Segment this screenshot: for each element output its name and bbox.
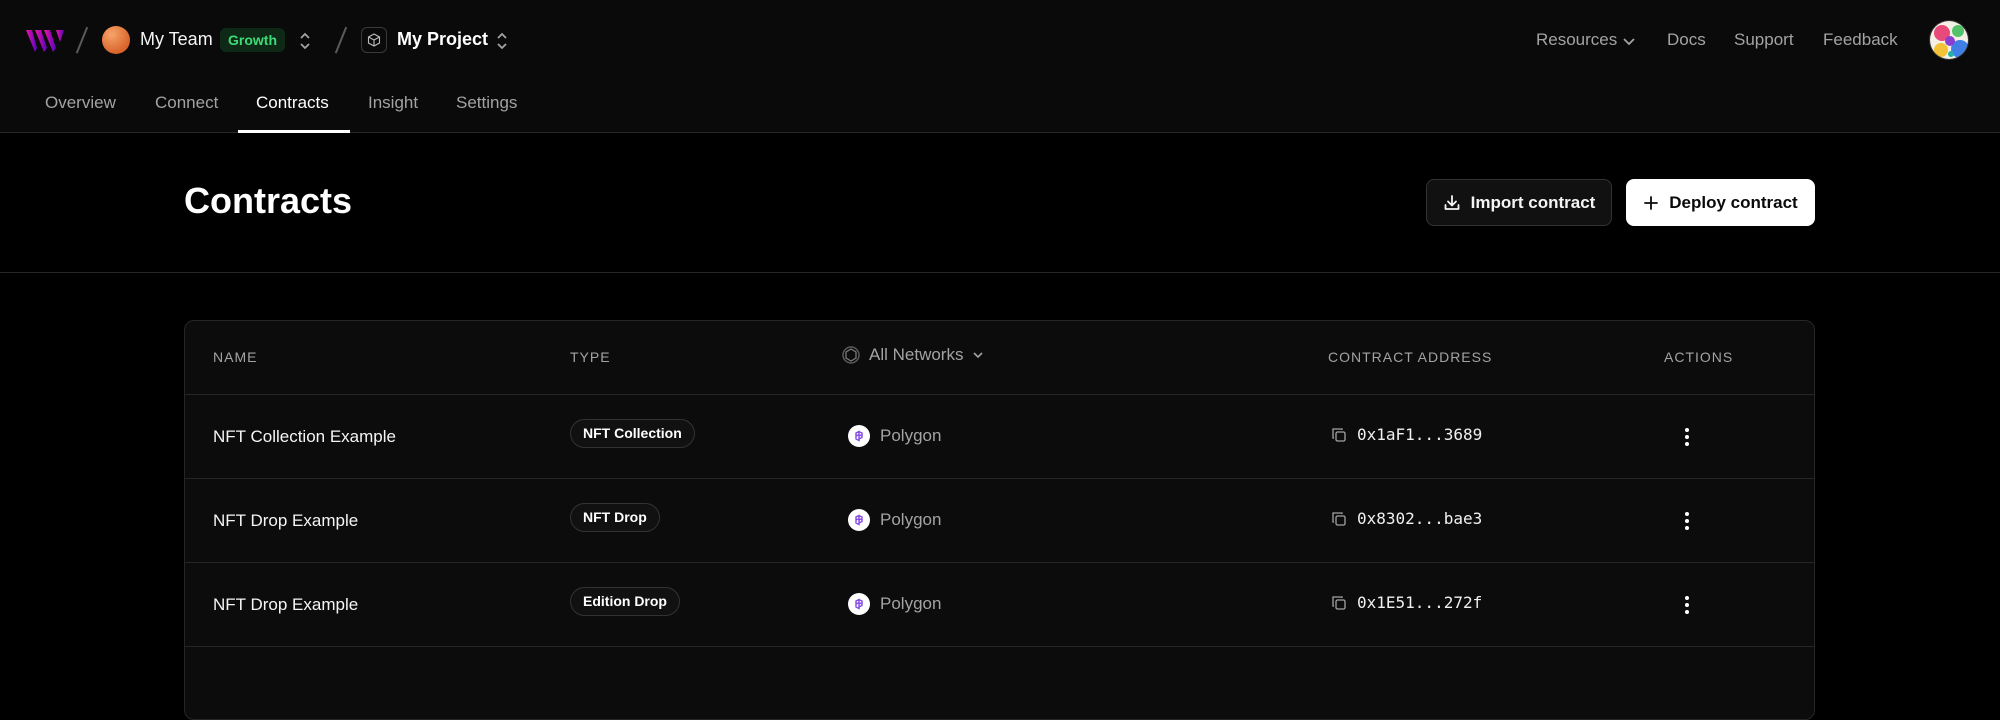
- tab-settings[interactable]: Settings: [456, 93, 517, 113]
- team-name[interactable]: My Team: [140, 29, 213, 50]
- network-filter-dropdown[interactable]: All Networks: [841, 345, 985, 365]
- breadcrumb-separator: [76, 26, 88, 54]
- column-header-address: CONTRACT ADDRESS: [1328, 349, 1493, 365]
- support-link[interactable]: Support: [1734, 30, 1794, 50]
- plan-badge: Growth: [220, 28, 285, 52]
- deploy-contract-label: Deploy contract: [1669, 192, 1798, 212]
- row-actions-menu-icon[interactable]: [1679, 509, 1695, 533]
- section-divider: [0, 272, 2000, 273]
- contract-type-badge: NFT Collection: [570, 419, 695, 448]
- contract-address-text: 0x1aF1...3689: [1357, 425, 1483, 444]
- plus-icon: [1644, 195, 1659, 210]
- table-header: NAME TYPE All Networks CONTRACT ADDRESS …: [185, 321, 1814, 395]
- contract-name[interactable]: NFT Collection Example: [213, 427, 396, 447]
- contract-address[interactable]: 0x1E51...272f: [1331, 593, 1482, 612]
- user-avatar[interactable]: [1929, 20, 1969, 60]
- top-navigation: My Team Growth My Project Resources Docs…: [0, 0, 2000, 133]
- contract-address-text: 0x8302...bae3: [1357, 509, 1483, 528]
- contracts-table: NAME TYPE All Networks CONTRACT ADDRESS …: [184, 320, 1815, 720]
- table-row[interactable]: NFT Collection Example NFT Collection Po…: [185, 395, 1814, 479]
- polygon-icon: [848, 425, 870, 447]
- contract-name[interactable]: NFT Drop Example: [213, 511, 358, 531]
- tab-contracts[interactable]: Contracts: [256, 93, 329, 113]
- team-avatar[interactable]: [102, 26, 130, 54]
- table-row[interactable]: NFT Drop Example Edition Drop Polygon 0x…: [185, 563, 1814, 647]
- network-name: Polygon: [880, 426, 942, 445]
- breadcrumb-separator: [335, 26, 347, 54]
- tab-insight[interactable]: Insight: [368, 93, 418, 113]
- resources-label: Resources: [1536, 30, 1618, 49]
- contract-type-badge: Edition Drop: [570, 587, 680, 616]
- network-cell: Polygon: [848, 425, 941, 447]
- contract-address[interactable]: 0x8302...bae3: [1331, 509, 1482, 528]
- network-filter-label: All Networks: [869, 345, 964, 364]
- table-row[interactable]: NFT Drop Example NFT Drop Polygon 0x8302…: [185, 479, 1814, 563]
- project-switcher-chevron-icon[interactable]: [495, 30, 509, 52]
- download-icon: [1444, 194, 1460, 210]
- column-header-type: TYPE: [570, 349, 611, 365]
- project-name[interactable]: My Project: [397, 29, 488, 50]
- thirdweb-logo-icon[interactable]: [26, 28, 66, 54]
- page-title: Contracts: [184, 180, 353, 221]
- chevron-down-icon: [973, 352, 984, 359]
- copy-icon[interactable]: [1331, 427, 1347, 443]
- network-cell: Polygon: [848, 509, 941, 531]
- contract-address[interactable]: 0x1aF1...3689: [1331, 425, 1482, 444]
- row-actions-menu-icon[interactable]: [1679, 425, 1695, 449]
- project-cube-icon[interactable]: [361, 27, 387, 53]
- feedback-link[interactable]: Feedback: [1823, 30, 1898, 50]
- resources-menu[interactable]: Resources: [1536, 30, 1617, 50]
- network-name: Polygon: [880, 510, 942, 529]
- contract-address-text: 0x1E51...272f: [1357, 593, 1483, 612]
- import-contract-label: Import contract: [1470, 192, 1596, 212]
- contract-type-badge: NFT Drop: [570, 503, 660, 532]
- copy-icon[interactable]: [1331, 511, 1347, 527]
- column-header-actions: ACTIONS: [1664, 349, 1734, 365]
- tab-overview[interactable]: Overview: [45, 93, 116, 113]
- contract-name[interactable]: NFT Drop Example: [213, 595, 358, 615]
- polygon-icon: [848, 593, 870, 615]
- network-cell: Polygon: [848, 593, 941, 615]
- table-row[interactable]: [185, 647, 1814, 719]
- tab-connect[interactable]: Connect: [155, 93, 218, 113]
- active-tab-indicator: [238, 130, 350, 133]
- polygon-icon: [848, 509, 870, 531]
- networks-icon: [842, 346, 860, 364]
- column-header-name: NAME: [213, 349, 258, 365]
- copy-icon[interactable]: [1331, 595, 1347, 611]
- deploy-contract-button[interactable]: Deploy contract: [1626, 179, 1815, 226]
- chevron-down-icon[interactable]: [1622, 34, 1636, 48]
- network-name: Polygon: [880, 594, 942, 613]
- row-actions-menu-icon[interactable]: [1679, 593, 1695, 617]
- docs-link[interactable]: Docs: [1667, 30, 1706, 50]
- import-contract-button[interactable]: Import contract: [1426, 179, 1612, 226]
- team-switcher-chevron-icon[interactable]: [298, 30, 312, 52]
